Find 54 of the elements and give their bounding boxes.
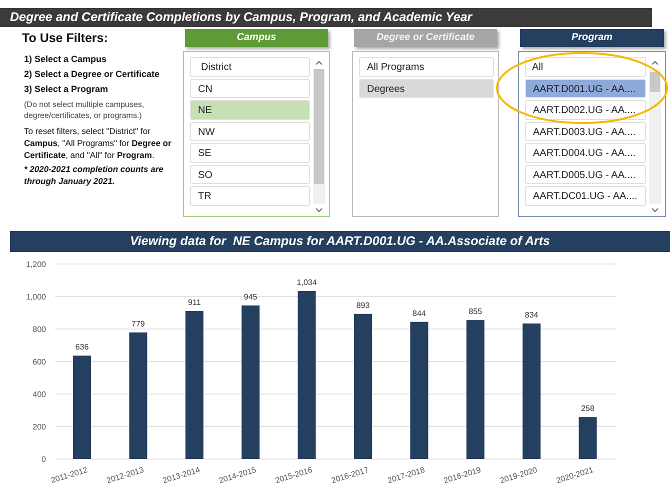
slicer-item[interactable]: Degrees [359, 78, 494, 98]
slicer-item[interactable]: AART.D005.UG - AA.... [525, 164, 646, 184]
scrollbar-thumb[interactable] [314, 69, 324, 184]
chart-banner: Viewing data for NE Campus for AART.D001.UG - AA.Associate of Arts [10, 231, 670, 252]
value-label: 1,034 [296, 278, 317, 287]
value-label: 834 [524, 310, 538, 320]
axis-tick-label: 600 [32, 358, 46, 366]
slicer-header: Degree or Certificate [354, 29, 497, 47]
instruction-step: 1) Select a Campus [24, 54, 183, 64]
slicer-item[interactable]: NE [190, 100, 310, 120]
slicer-item[interactable]: CN [190, 78, 310, 98]
slicer-item[interactable]: AART.D001.UG - AA.... [525, 78, 646, 98]
slicer-item[interactable]: All Programs [359, 57, 494, 76]
footnote: * 2020-2021 completion counts are through January 2021. [24, 163, 164, 187]
value-label: 945 [244, 292, 258, 302]
instruction-step: 3) Select a Program [24, 84, 183, 94]
scroll-down-icon[interactable] [651, 206, 659, 214]
value-label: 779 [132, 319, 145, 328]
bar [578, 417, 597, 459]
value-label: 911 [188, 298, 201, 307]
value-label: 844 [412, 308, 426, 318]
scroll-down-icon[interactable] [315, 206, 323, 214]
instruction-note: (Do not select multiple campuses, degree/certificates, or programs.) [24, 99, 146, 121]
slicer-item[interactable]: District [190, 57, 310, 76]
scrollbar-track[interactable] [649, 69, 661, 204]
axis-tick-label: 0 [42, 455, 46, 464]
axis-tick-label: 1,000 [26, 292, 46, 302]
value-label: 636 [75, 342, 89, 352]
axis-tick-label: 200 [32, 422, 46, 432]
slicer-header: Program [520, 29, 664, 47]
slicer-item[interactable]: AART.D003.UG - AA.... [525, 122, 646, 141]
reset-instructions: To reset filters, select "District" for Campus, "All Programs" for Degree or Certificate, and "All" for Program. [24, 125, 172, 161]
slicer-item[interactable]: All [525, 57, 646, 76]
dashboard-title: Degree and Certificate Completions by Campus, Program, and Academic Year [0, 8, 652, 27]
axis-tick-label: 1,200 [26, 260, 46, 269]
value-label: 893 [356, 300, 370, 310]
axis-tick-label: 400 [32, 390, 46, 399]
instructions-heading: To Use Filters: [22, 31, 109, 45]
axis-tick-label: 800 [32, 325, 46, 334]
slicer-item[interactable]: NW [190, 122, 310, 141]
slicer-item[interactable]: SE [190, 143, 310, 162]
scroll-up-icon[interactable] [315, 59, 323, 67]
value-label: 855 [468, 307, 482, 316]
instruction-step: 2) Select a Degree or Certificate [24, 69, 183, 79]
slicer-item[interactable]: AART.DC01.UG - AA.... [525, 186, 646, 206]
scrollbar-thumb[interactable] [650, 72, 660, 92]
slicer-item[interactable]: AART.D004.UG - AA.... [525, 143, 646, 162]
scroll-up-icon[interactable] [651, 59, 659, 67]
slicer-item[interactable]: AART.D002.UG - AA.... [525, 100, 646, 120]
slicer-header: Campus [185, 29, 328, 47]
value-label: 258 [581, 404, 594, 414]
slicer-item[interactable]: SO [190, 164, 310, 184]
slicer-item[interactable]: TR [190, 186, 310, 206]
scrollbar-track[interactable] [313, 69, 325, 204]
